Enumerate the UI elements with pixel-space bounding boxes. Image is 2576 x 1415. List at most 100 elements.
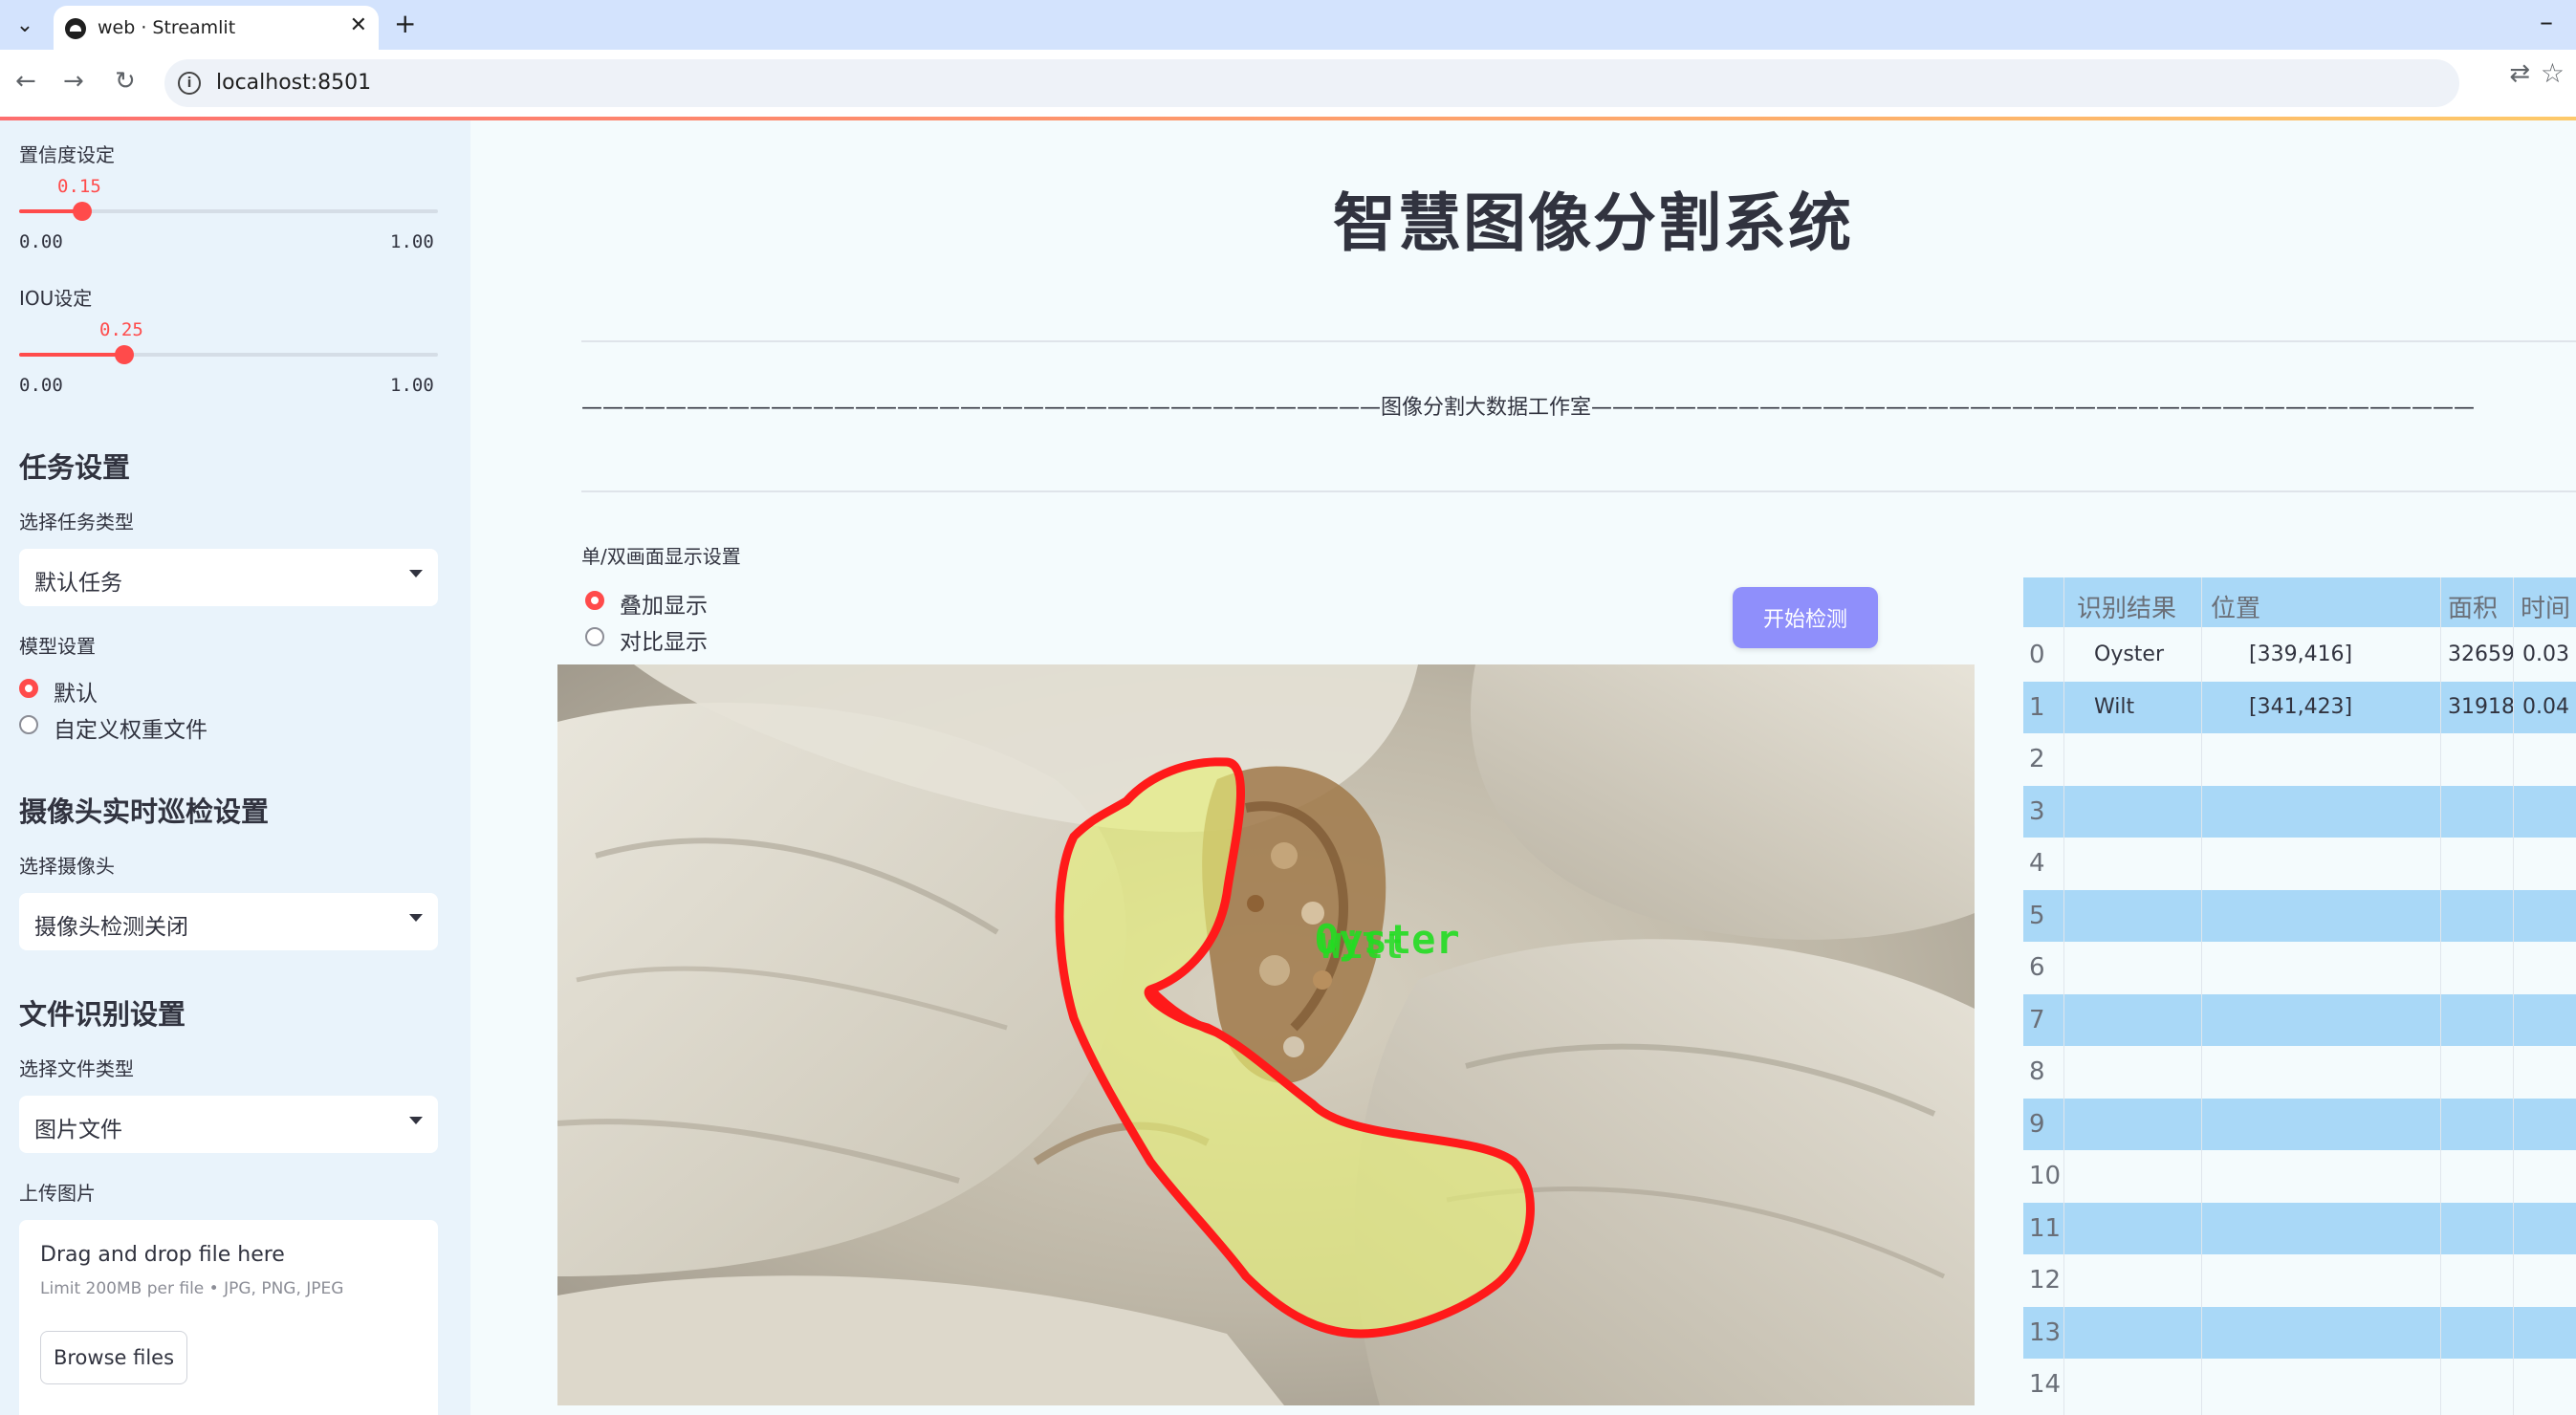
address-bar[interactable]: i localhost:8501 bbox=[164, 59, 2459, 107]
cell-time: 0.03 bbox=[2522, 642, 2569, 666]
display-mode-label: 单/双画面显示设置 bbox=[581, 545, 741, 568]
radio-unselected-icon[interactable] bbox=[19, 715, 38, 734]
cell-position: [341,423] bbox=[2249, 694, 2353, 719]
row-index: 9 bbox=[2029, 1109, 2045, 1139]
back-arrow-icon[interactable]: ← bbox=[15, 67, 36, 96]
browser-tab[interactable]: web · Streamlit ✕ bbox=[54, 6, 379, 50]
iou-slider-thumb[interactable] bbox=[114, 345, 134, 364]
minimize-window-icon[interactable]: – bbox=[2540, 6, 2553, 37]
bookmark-star-icon[interactable]: ☆ bbox=[2541, 57, 2565, 89]
table-row[interactable]: 13 bbox=[2023, 1306, 2576, 1359]
table-row[interactable]: 10 bbox=[2023, 1150, 2576, 1202]
dropzone-subtitle: Limit 200MB per file • JPG, PNG, JPEG bbox=[40, 1279, 344, 1298]
table-row[interactable]: 1 Wilt [341,423] 31918 0.04 bbox=[2023, 681, 2576, 733]
confidence-slider[interactable] bbox=[19, 202, 438, 221]
start-detection-button[interactable]: 开始检测 bbox=[1733, 587, 1878, 648]
cell-time: 0.04 bbox=[2522, 694, 2569, 719]
file-type-label: 选择文件类型 bbox=[19, 1057, 134, 1080]
col-header-time[interactable]: 时间 bbox=[2521, 589, 2570, 624]
task-heading: 任务设置 bbox=[19, 451, 131, 484]
chevron-down-icon bbox=[409, 1117, 423, 1124]
column-divider bbox=[2440, 577, 2441, 1415]
cell-position: [339,416] bbox=[2249, 642, 2353, 666]
column-divider bbox=[2201, 577, 2202, 1415]
tab-search-chevron-down-icon[interactable]: ⌄ bbox=[10, 10, 40, 40]
forward-arrow-icon[interactable]: → bbox=[63, 67, 84, 96]
radio-unselected-icon[interactable] bbox=[585, 627, 604, 646]
row-index: 11 bbox=[2029, 1213, 2062, 1243]
radio-selected-icon[interactable] bbox=[585, 591, 604, 610]
column-divider bbox=[2513, 577, 2514, 1415]
display-mode-option-label: 对比显示 bbox=[620, 630, 708, 655]
segmentation-result-image: Oyster Wilt bbox=[557, 664, 1975, 1405]
table-row[interactable]: 3 bbox=[2023, 785, 2576, 838]
table-row[interactable]: 5 bbox=[2023, 889, 2576, 942]
row-index: 1 bbox=[2029, 692, 2045, 722]
table-row[interactable]: 2 bbox=[2023, 733, 2576, 785]
close-tab-icon[interactable]: ✕ bbox=[350, 13, 367, 37]
camera-select[interactable]: 摄像头检测关闭 bbox=[19, 893, 438, 950]
cell-result: Wilt bbox=[2094, 694, 2135, 719]
row-index: 10 bbox=[2029, 1162, 2062, 1190]
row-index: 4 bbox=[2029, 849, 2045, 878]
row-index: 2 bbox=[2029, 745, 2045, 773]
iou-value: 0.25 bbox=[99, 319, 143, 340]
task-type-select[interactable]: 默认任务 bbox=[19, 549, 438, 606]
site-info-icon[interactable]: i bbox=[178, 72, 201, 95]
col-header-area[interactable]: 面积 bbox=[2448, 589, 2498, 624]
iou-min: 0.00 bbox=[19, 375, 63, 396]
file-type-select[interactable]: 图片文件 bbox=[19, 1096, 438, 1153]
table-row[interactable]: 14 bbox=[2023, 1359, 2576, 1410]
task-type-label: 选择任务类型 bbox=[19, 511, 134, 533]
camera-label: 选择摄像头 bbox=[19, 855, 115, 878]
segmentation-photo: Oyster Wilt bbox=[557, 664, 1975, 1405]
browse-files-button[interactable]: Browse files bbox=[40, 1331, 187, 1384]
col-header-result[interactable]: 识别结果 bbox=[2077, 589, 2176, 624]
divider-line bbox=[581, 340, 2576, 342]
row-index: 6 bbox=[2029, 953, 2045, 982]
file-dropzone[interactable]: Drag and drop file here Limit 200MB per … bbox=[19, 1220, 438, 1415]
col-header-position[interactable]: 位置 bbox=[2211, 589, 2260, 624]
address-toolbar: ← → ↻ i localhost:8501 ⇄ ☆ bbox=[0, 50, 2576, 117]
row-index: 0 bbox=[2029, 641, 2045, 669]
reload-icon[interactable]: ↻ bbox=[115, 67, 136, 96]
iou-label: IOU设定 bbox=[19, 287, 93, 310]
row-index: 13 bbox=[2029, 1317, 2062, 1347]
table-row[interactable]: 6 bbox=[2023, 942, 2576, 993]
column-divider bbox=[2063, 577, 2064, 1415]
chevron-down-icon bbox=[409, 570, 423, 577]
confidence-min: 0.00 bbox=[19, 231, 63, 252]
iou-slider[interactable] bbox=[19, 345, 438, 364]
sidebar: 置信度设定 0.15 0.00 1.00 IOU设定 0.25 0.00 1.0… bbox=[0, 120, 470, 1415]
divider-line bbox=[581, 490, 2576, 492]
table-header: 识别结果 位置 面积 时间 bbox=[2023, 577, 2576, 627]
model-option-label: 默认 bbox=[54, 682, 98, 707]
table-row[interactable]: 8 bbox=[2023, 1046, 2576, 1098]
confidence-value: 0.15 bbox=[57, 176, 101, 197]
upload-label: 上传图片 bbox=[19, 1182, 96, 1205]
url-text[interactable]: localhost:8501 bbox=[216, 71, 371, 95]
model-label: 模型设置 bbox=[19, 635, 96, 658]
camera-heading: 摄像头实时巡检设置 bbox=[19, 795, 270, 828]
cell-result: Oyster bbox=[2094, 642, 2165, 666]
table-row[interactable]: 11 bbox=[2023, 1202, 2576, 1254]
browser-tab-bar: ⌄ web · Streamlit ✕ + – bbox=[0, 0, 2576, 50]
table-row[interactable]: 4 bbox=[2023, 838, 2576, 889]
streamlit-favicon-icon bbox=[65, 18, 86, 39]
new-tab-plus-icon[interactable]: + bbox=[394, 8, 416, 39]
table-row[interactable]: 0 Oyster [339,416] 32659 0.03 bbox=[2023, 629, 2576, 681]
task-type-value: 默认任务 bbox=[34, 571, 122, 596]
row-index: 7 bbox=[2029, 1005, 2045, 1034]
row-index: 5 bbox=[2029, 901, 2045, 930]
results-table[interactable]: 识别结果 位置 面积 时间 0 Oyster [339,416] 3 2 6 5 9 0.03 1… bbox=[2023, 577, 2576, 1415]
translate-icon[interactable]: ⇄ bbox=[2509, 59, 2530, 88]
table-row[interactable]: 9 bbox=[2023, 1098, 2576, 1150]
table-row[interactable]: 7 bbox=[2023, 993, 2576, 1046]
row-index: 14 bbox=[2029, 1370, 2062, 1399]
row-index: 3 bbox=[2029, 796, 2045, 826]
table-row[interactable]: 12 bbox=[2023, 1254, 2576, 1306]
confidence-slider-thumb[interactable] bbox=[72, 202, 92, 221]
radio-selected-icon[interactable] bbox=[19, 679, 38, 698]
camera-value: 摄像头检测关闭 bbox=[34, 915, 188, 940]
studio-divider-text: ——————————————————————————————————————图像… bbox=[581, 396, 2476, 420]
